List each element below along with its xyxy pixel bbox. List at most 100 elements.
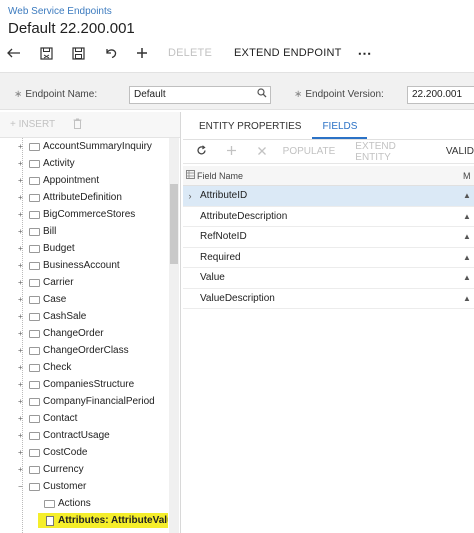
table-row[interactable]: AttributeDescription ▲ — [183, 207, 474, 227]
breadcrumb[interactable]: Web Service Endpoints — [8, 6, 112, 17]
trash-icon[interactable] — [73, 118, 82, 132]
expand-icon[interactable]: + — [18, 278, 28, 287]
delete-row-icon[interactable] — [253, 145, 271, 159]
add-row-icon[interactable] — [223, 145, 241, 159]
table-row[interactable]: › AttributeID ▲ — [183, 186, 474, 207]
tab-fields[interactable]: FIELDS — [312, 121, 368, 139]
tree-item[interactable]: + BigCommerceStores — [0, 206, 168, 223]
tree-item[interactable]: + ContractUsage — [0, 427, 168, 444]
mapping-arrow-icon[interactable]: ▲ — [463, 191, 474, 200]
tree-toolbar: + INSERT — [0, 112, 180, 138]
collapse-icon[interactable]: − — [18, 482, 28, 491]
more-options-button[interactable]: ⋯ — [358, 45, 372, 62]
undo-icon[interactable] — [100, 43, 120, 63]
tree-item[interactable]: + CompaniesStructure — [0, 376, 168, 393]
tree-item[interactable]: + Check — [0, 359, 168, 376]
expand-icon[interactable]: + — [18, 448, 28, 457]
validate-button[interactable]: VALID — [446, 146, 474, 157]
tree-item-actions[interactable]: Actions — [0, 495, 168, 512]
folder-icon — [29, 159, 40, 168]
table-row[interactable]: Required ▲ — [183, 248, 474, 268]
expand-icon[interactable]: + — [18, 244, 28, 253]
row-pointer-icon[interactable]: › — [183, 191, 197, 201]
save-close-icon[interactable] — [36, 43, 56, 63]
search-icon[interactable] — [257, 88, 267, 101]
expand-icon[interactable]: + — [18, 346, 28, 355]
insert-button[interactable]: + INSERT — [10, 119, 55, 130]
expand-icon[interactable]: + — [18, 380, 28, 389]
mapping-arrow-icon[interactable]: ▲ — [463, 232, 474, 241]
tree-item[interactable]: + CostCode — [0, 444, 168, 461]
expand-icon[interactable]: + — [18, 397, 28, 406]
populate-button[interactable]: POPULATE — [283, 146, 336, 157]
field-name-cell[interactable]: Value — [197, 272, 463, 283]
expand-icon[interactable]: + — [18, 210, 28, 219]
folder-icon — [29, 363, 40, 372]
delete-button[interactable]: DELETE — [168, 47, 212, 59]
tree-item-label: ChangeOrder — [43, 328, 104, 339]
field-name-cell[interactable]: ValueDescription — [197, 293, 463, 304]
mapping-arrow-icon[interactable]: ▲ — [463, 212, 474, 221]
expand-icon[interactable]: + — [18, 329, 28, 338]
tree-item[interactable]: + ChangeOrderClass — [0, 342, 168, 359]
folder-icon — [29, 482, 40, 491]
save-icon[interactable] — [68, 43, 88, 63]
field-name-cell[interactable]: AttributeID — [197, 190, 463, 202]
tree-item[interactable]: + ChangeOrder — [0, 325, 168, 342]
plus-icon[interactable] — [132, 43, 152, 63]
tree-item[interactable]: + Carrier — [0, 274, 168, 291]
endpoint-name-input[interactable]: Default — [129, 86, 271, 104]
expand-icon[interactable]: + — [18, 142, 28, 151]
mapping-arrow-icon[interactable]: ▲ — [463, 273, 474, 282]
tree-item-label: Currency — [43, 464, 84, 475]
tree-scrollbar[interactable] — [169, 138, 179, 533]
expand-icon[interactable]: + — [18, 295, 28, 304]
expand-icon[interactable]: + — [18, 431, 28, 440]
column-header-m[interactable]: M — [463, 171, 474, 181]
tree-item[interactable]: + AccountSummaryInquiry — [0, 138, 168, 155]
expand-icon[interactable]: + — [18, 363, 28, 372]
tree-item[interactable]: + Appointment — [0, 172, 168, 189]
tree-item-attributes-selected[interactable]: Attributes: AttributeValue — [0, 512, 168, 529]
tree-item-label: BigCommerceStores — [43, 209, 136, 220]
table-row[interactable]: RefNoteID ▲ — [183, 227, 474, 248]
field-name-cell[interactable]: RefNoteID — [197, 231, 463, 242]
expand-icon[interactable]: + — [18, 193, 28, 202]
refresh-icon[interactable] — [193, 144, 211, 159]
expand-icon[interactable]: + — [18, 176, 28, 185]
scrollbar-thumb[interactable] — [170, 184, 178, 264]
expand-icon[interactable]: + — [18, 312, 28, 321]
tree-item[interactable]: + Contact — [0, 410, 168, 427]
tree-item[interactable]: + CompanyFinancialPeriod — [0, 393, 168, 410]
field-name-cell[interactable]: Required — [197, 252, 463, 263]
tree-item[interactable]: − Customer — [0, 478, 168, 495]
tree-item[interactable]: + Currency — [0, 461, 168, 478]
table-row[interactable]: Value ▲ — [183, 268, 474, 289]
mapping-arrow-icon[interactable]: ▲ — [463, 253, 474, 262]
expand-icon[interactable]: + — [18, 465, 28, 474]
endpoint-name-label: ∗ Endpoint Name: — [14, 89, 98, 100]
tree-item[interactable]: + Budget — [0, 240, 168, 257]
extend-entity-button[interactable]: EXTEND ENTITY — [355, 141, 426, 163]
tree-item[interactable]: + BusinessAccount — [0, 257, 168, 274]
grid-settings-icon[interactable] — [183, 170, 197, 181]
tree-item[interactable]: + AttributeDefinition — [0, 189, 168, 206]
folder-icon — [29, 210, 40, 219]
tree-item[interactable]: + Case — [0, 291, 168, 308]
tab-entity-properties[interactable]: ENTITY PROPERTIES — [199, 121, 308, 139]
tree-item[interactable]: + CashSale — [0, 308, 168, 325]
column-header-field-name[interactable]: Field Name — [197, 171, 463, 181]
tree-item[interactable]: + Bill — [0, 223, 168, 240]
back-arrow-icon[interactable] — [4, 43, 24, 63]
expand-icon[interactable]: + — [18, 261, 28, 270]
endpoint-version-input[interactable]: 22.200.001 — [407, 86, 474, 104]
table-row[interactable]: ValueDescription ▲ — [183, 289, 474, 309]
field-name-cell[interactable]: AttributeDescription — [197, 211, 463, 222]
expand-icon[interactable]: + — [18, 159, 28, 168]
extend-endpoint-button[interactable]: EXTEND ENDPOINT — [234, 47, 342, 59]
folder-icon — [29, 227, 40, 236]
expand-icon[interactable]: + — [18, 227, 28, 236]
tree-item[interactable]: + Activity — [0, 155, 168, 172]
mapping-arrow-icon[interactable]: ▲ — [463, 294, 474, 303]
expand-icon[interactable]: + — [18, 414, 28, 423]
